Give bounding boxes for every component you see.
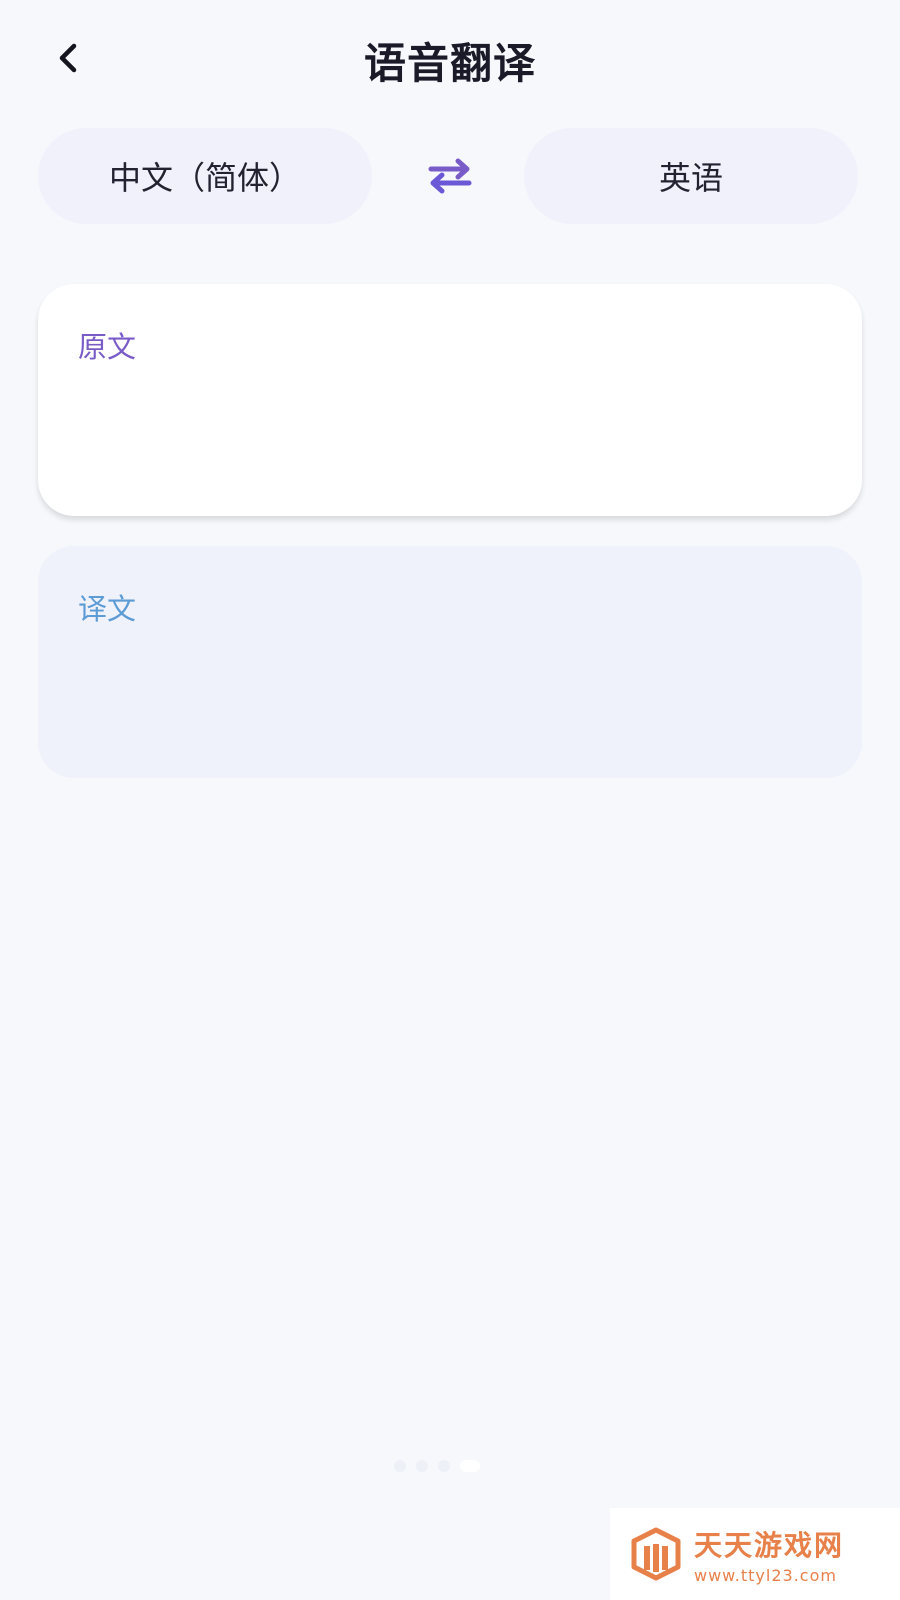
- swap-arrows-icon: [428, 158, 472, 194]
- source-language-selector[interactable]: 中文（简体）: [38, 128, 372, 224]
- page-title: 语音翻译: [363, 39, 536, 88]
- watermark-url: www.ttyl23.com: [694, 1565, 837, 1585]
- translation-text-label: 译文: [78, 592, 137, 626]
- target-language-label: 英语: [658, 159, 723, 197]
- swap-languages-button[interactable]: [420, 154, 480, 198]
- page-dot: [416, 1460, 428, 1472]
- target-language-selector[interactable]: 英语: [524, 128, 858, 224]
- source-text-label: 原文: [78, 330, 137, 364]
- page-dot: [394, 1460, 406, 1472]
- app-header: 语音翻译: [0, 0, 900, 120]
- page-dot-active: [460, 1460, 480, 1472]
- site-watermark: 天天游戏网 www.ttyl23.com: [610, 1508, 900, 1600]
- page-dot: [438, 1460, 450, 1472]
- watermark-logo-icon: [631, 1527, 681, 1581]
- page-indicator: [394, 1460, 480, 1472]
- watermark-title: 天天游戏网: [694, 1528, 845, 1562]
- translation-text-card: 译文: [38, 546, 862, 778]
- source-language-label: 中文（简体）: [108, 159, 301, 197]
- source-text-card[interactable]: 原文: [38, 284, 862, 516]
